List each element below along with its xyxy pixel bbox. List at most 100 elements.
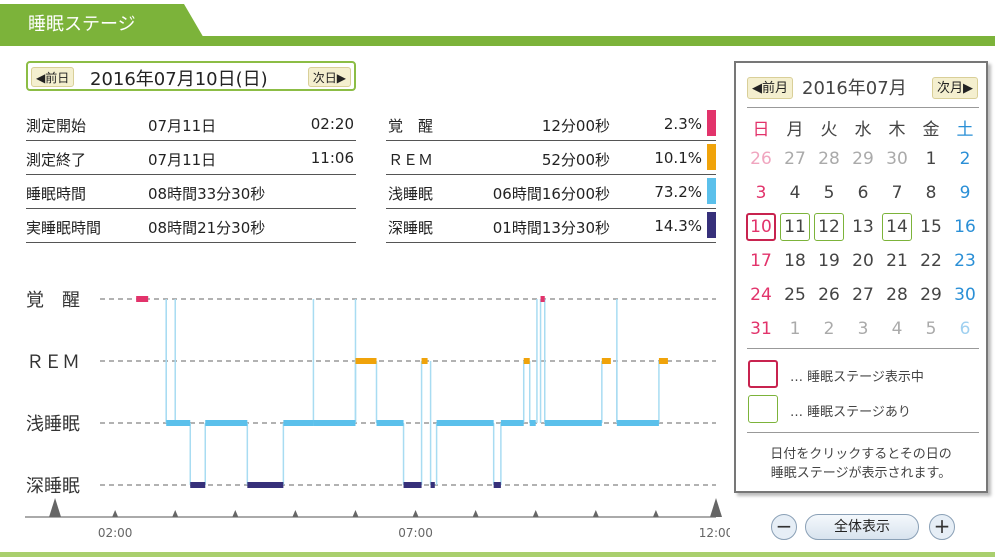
- time-tick: [352, 510, 359, 517]
- calendar-day[interactable]: 27: [848, 281, 878, 309]
- calendar-divider: [747, 107, 979, 108]
- calendar-day[interactable]: 29: [848, 145, 878, 173]
- current-date: 2016年07月10日(日): [90, 69, 268, 90]
- stage-segment: [436, 420, 494, 426]
- calendar-day[interactable]: 8: [916, 179, 946, 207]
- row-date: 07月11日: [148, 117, 217, 135]
- calendar-day[interactable]: 6: [950, 315, 980, 343]
- calendar-day[interactable]: 9: [950, 179, 980, 207]
- calendar-note-line: 日付をクリックするとその日の: [770, 447, 952, 462]
- prev-month-button[interactable]: ◀前月: [747, 77, 793, 99]
- summary-row-end: 測定終了 07月11日 11:06: [26, 141, 356, 175]
- time-tick: [172, 510, 179, 517]
- stage-segment: [500, 420, 524, 426]
- next-day-button[interactable]: 次日▶: [307, 67, 351, 87]
- calendar-day[interactable]: 29: [916, 281, 946, 309]
- stage-segment: [205, 420, 248, 426]
- calendar-day[interactable]: 20: [848, 247, 878, 275]
- calendar-day[interactable]: 26: [746, 145, 776, 173]
- summary-row-actual-sleep: 実睡眠時間 08時間21分30秒: [26, 209, 356, 243]
- row-time: 11:06: [310, 149, 354, 167]
- calendar-day[interactable]: 5: [814, 179, 844, 207]
- calendar-day[interactable]: 6: [848, 179, 878, 207]
- calendar-month-title: 2016年07月: [802, 78, 907, 99]
- calendar-day[interactable]: 3: [746, 179, 776, 207]
- calendar-day[interactable]: 18: [780, 247, 810, 275]
- calendar-day[interactable]: 23: [950, 247, 980, 275]
- calendar-day[interactable]: 12: [814, 213, 844, 241]
- stage-segment: [283, 420, 314, 426]
- calendar-day[interactable]: 2: [814, 315, 844, 343]
- calendar-day[interactable]: 24: [746, 281, 776, 309]
- stage-color-swatch: [707, 110, 716, 136]
- calendar-day[interactable]: 30: [950, 281, 980, 309]
- stage-axis-label: 浅睡眠: [26, 414, 80, 435]
- calendar-day[interactable]: 7: [882, 179, 912, 207]
- stage-label: 深睡眠: [388, 219, 434, 237]
- weekday-header: 日: [752, 120, 770, 140]
- time-tick: [592, 510, 599, 517]
- calendar-day[interactable]: 17: [746, 247, 776, 275]
- calendar-day[interactable]: 16: [950, 213, 980, 241]
- legend-selected-text: … 睡眠ステージ表示中: [790, 370, 924, 385]
- page-title: 睡眠ステージ: [28, 14, 136, 35]
- time-tick-label: 07:00: [398, 526, 433, 540]
- calendar-day[interactable]: 4: [882, 315, 912, 343]
- stage-axis-label: 深睡眠: [26, 476, 80, 497]
- weekday-header: 火: [820, 120, 838, 140]
- weekday-header: 水: [854, 120, 872, 140]
- calendar-day[interactable]: 1: [780, 315, 810, 343]
- calendar-day[interactable]: 28: [814, 145, 844, 173]
- stage-label: 覚 醒: [388, 117, 434, 135]
- sleep-stage-chart: 覚 醒 ＲＥＭ 浅睡眠深睡眠 02:00 07:00 12:00: [25, 290, 730, 540]
- stage-segment: [540, 296, 545, 302]
- stage-row-light: 浅睡眠 06時間16分00秒 73.2%: [386, 175, 716, 209]
- calendar-day[interactable]: 21: [882, 247, 912, 275]
- calendar-day[interactable]: 1: [916, 145, 946, 173]
- calendar-day[interactable]: 15: [916, 213, 946, 241]
- stage-segment: [376, 420, 404, 426]
- calendar-day[interactable]: 4: [780, 179, 810, 207]
- legend-data-text: … 睡眠ステージあり: [790, 405, 911, 420]
- time-tick: [412, 510, 419, 517]
- stage-segment: [616, 420, 659, 426]
- stage-segment: [601, 358, 611, 364]
- next-month-button[interactable]: 次月▶: [932, 77, 978, 99]
- calendar-day[interactable]: 26: [814, 281, 844, 309]
- calendar-day[interactable]: 2: [950, 145, 980, 173]
- zoom-in-button[interactable]: +: [929, 514, 955, 540]
- footer-bar: [0, 552, 995, 557]
- calendar-day[interactable]: 3: [848, 315, 878, 343]
- calendar-day[interactable]: 25: [780, 281, 810, 309]
- stage-segment: [190, 482, 206, 488]
- calendar-day[interactable]: 27: [780, 145, 810, 173]
- show-all-button[interactable]: 全体表示: [805, 514, 919, 540]
- prev-day-button[interactable]: ◀前日: [31, 67, 75, 87]
- calendar-day[interactable]: 11: [780, 213, 810, 241]
- stage-row-wake: 覚 醒 12分00秒 2.3%: [386, 107, 716, 141]
- summary-row-sleep-time: 睡眠時間 08時間33分30秒: [26, 175, 356, 209]
- time-tick: [232, 510, 239, 517]
- zoom-out-button[interactable]: −: [771, 514, 797, 540]
- summary-row-start: 測定開始 07月11日 02:20: [26, 107, 356, 141]
- calendar-day[interactable]: 31: [746, 315, 776, 343]
- calendar-day[interactable]: 28: [882, 281, 912, 309]
- calendar-day[interactable]: 30: [882, 145, 912, 173]
- stage-color-swatch: [707, 144, 716, 170]
- stage-segment: [247, 482, 284, 488]
- stage-color-swatch: [707, 178, 716, 204]
- calendar-day[interactable]: 13: [848, 213, 878, 241]
- calendar-panel: ◀前月 2016年07月 次月▶ 日月火水木金土 26 27 28 29 30 1 2 3 4 5 6…: [734, 61, 988, 493]
- calendar-day[interactable]: 22: [916, 247, 946, 275]
- calendar-day[interactable]: 14: [882, 213, 912, 241]
- stage-duration: 01時間13分30秒: [492, 219, 610, 237]
- stage-segment: [493, 482, 501, 488]
- calendar-day[interactable]: 10: [746, 213, 776, 241]
- stage-segment: [430, 482, 435, 488]
- stage-duration: 52分00秒: [541, 151, 610, 169]
- calendar-day[interactable]: 19: [814, 247, 844, 275]
- stage-label: 浅睡眠: [388, 185, 434, 203]
- calendar-day[interactable]: 5: [916, 315, 946, 343]
- stage-segment: [166, 420, 191, 426]
- stage-percent: 2.3%: [663, 115, 702, 133]
